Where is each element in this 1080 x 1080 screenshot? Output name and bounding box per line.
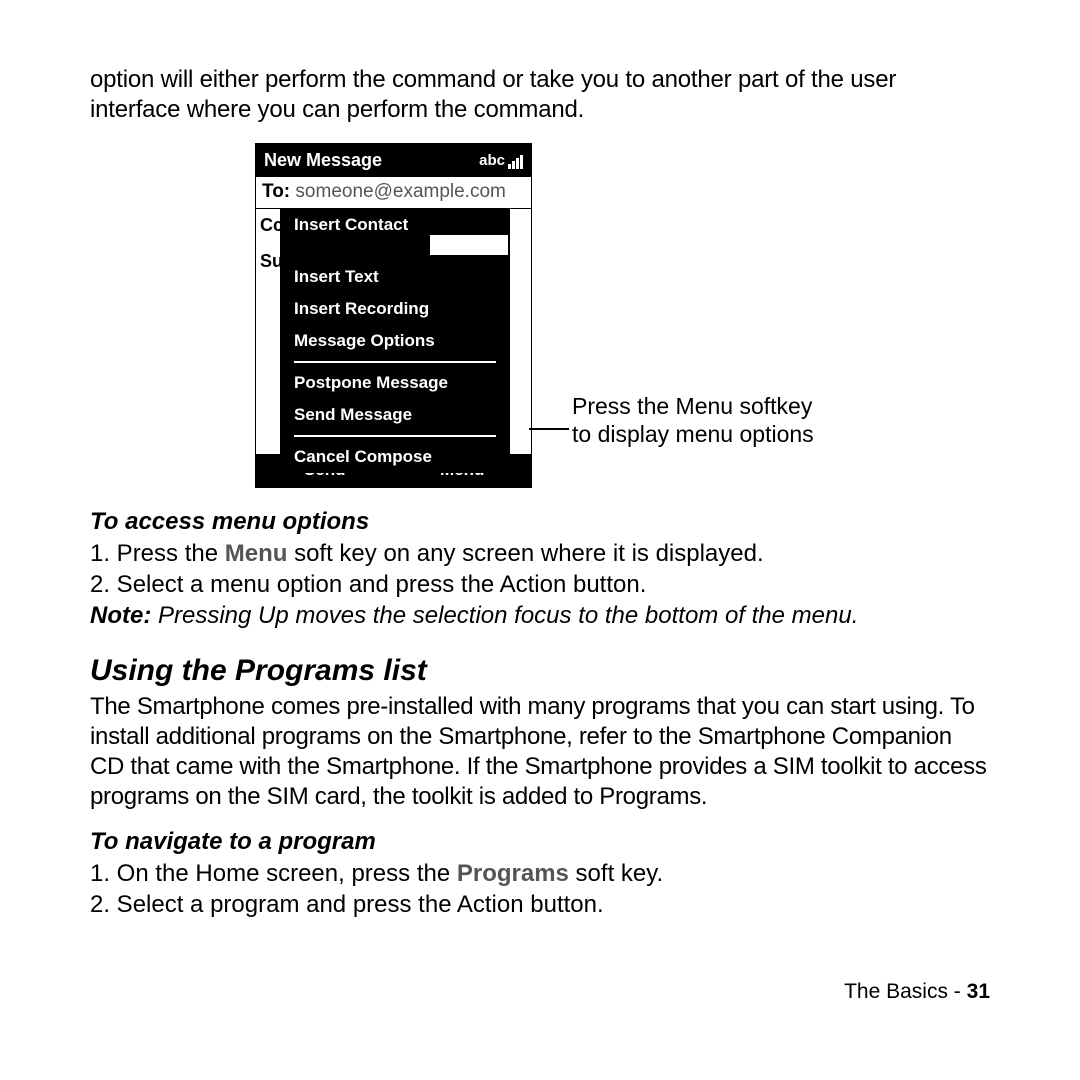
menu-item-postpone[interactable]: Postpone Message bbox=[280, 367, 510, 399]
menu-divider bbox=[294, 361, 496, 363]
step-text: soft key on any screen where it is displ… bbox=[287, 540, 763, 567]
menu-item-label: Insert Contact bbox=[294, 215, 408, 234]
subheading-access-menu: To access menu options bbox=[90, 508, 990, 536]
phone-screenshot: New Message abc To: someone@example.com … bbox=[255, 143, 532, 488]
step-text: 1. Press the bbox=[90, 540, 225, 567]
step-1b: 1. On the Home screen, press the Program… bbox=[90, 858, 990, 889]
menu-item-message-options[interactable]: Message Options bbox=[280, 325, 510, 357]
to-field[interactable]: To: someone@example.com bbox=[256, 177, 531, 209]
programs-keyword: Programs bbox=[457, 860, 569, 887]
note-label: Note: bbox=[90, 602, 151, 629]
menu-item-insert-contact[interactable]: Insert Contact bbox=[280, 209, 510, 261]
step-2: 2. Select a menu option and press the Ac… bbox=[90, 569, 990, 600]
menu-divider bbox=[294, 435, 496, 437]
callout-line1: Press the Menu softkey bbox=[572, 393, 814, 421]
programs-paragraph: The Smartphone comes pre-installed with … bbox=[90, 692, 990, 812]
step-2b: 2. Select a program and press the Action… bbox=[90, 889, 990, 920]
footer-page-number: 31 bbox=[967, 980, 990, 1003]
menu-popup: Insert Contact Insert Text Insert Record… bbox=[280, 209, 510, 473]
page-footer: The Basics - 31 bbox=[90, 980, 990, 1004]
step-1: 1. Press the Menu soft key on any screen… bbox=[90, 538, 990, 569]
phone-title: New Message bbox=[264, 150, 382, 171]
note: Note: Pressing Up moves the selection fo… bbox=[90, 600, 990, 631]
menu-item-send-message[interactable]: Send Message bbox=[280, 399, 510, 431]
menu-item-insert-text[interactable]: Insert Text bbox=[280, 261, 510, 293]
abc-indicator: abc bbox=[479, 152, 505, 169]
note-text: Pressing Up moves the selection focus to… bbox=[151, 602, 858, 629]
footer-section: The Basics - bbox=[844, 980, 967, 1003]
selection-highlight bbox=[430, 235, 508, 255]
phone-titlebar: New Message abc bbox=[256, 144, 531, 177]
signal-icon bbox=[508, 155, 523, 169]
intro-paragraph: option will either perform the command o… bbox=[90, 65, 990, 125]
status-icons: abc bbox=[479, 152, 523, 169]
step-text: 1. On the Home screen, press the bbox=[90, 860, 457, 887]
heading-programs-list: Using the Programs list bbox=[90, 654, 990, 688]
figure-row: New Message abc To: someone@example.com … bbox=[90, 143, 990, 488]
step-text: soft key. bbox=[569, 860, 663, 887]
menu-item-cancel-compose[interactable]: Cancel Compose bbox=[280, 441, 510, 473]
to-value: someone@example.com bbox=[295, 181, 505, 202]
callout-leader-line bbox=[529, 428, 569, 430]
callout-line2: to display menu options bbox=[572, 421, 814, 449]
subheading-navigate-program: To navigate to a program bbox=[90, 828, 990, 856]
menu-keyword: Menu bbox=[225, 540, 288, 567]
menu-item-insert-recording[interactable]: Insert Recording bbox=[280, 293, 510, 325]
to-label: To: bbox=[262, 181, 290, 202]
callout: Press the Menu softkey to display menu o… bbox=[572, 393, 814, 448]
